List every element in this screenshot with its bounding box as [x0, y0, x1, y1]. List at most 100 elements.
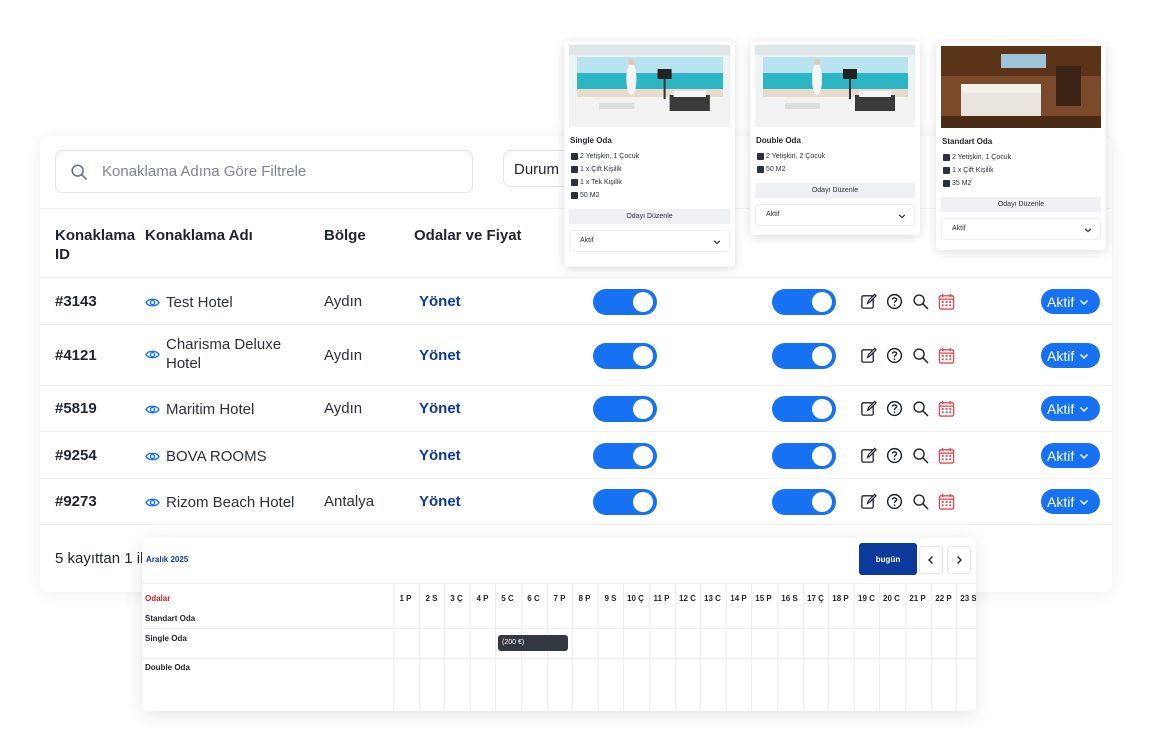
status-dropdown[interactable]: Aktif	[1041, 443, 1100, 468]
edit-room-button[interactable]: Odayı Düzenle	[941, 197, 1101, 212]
room-photo	[569, 45, 730, 127]
help-icon[interactable]	[886, 447, 903, 464]
edit-icon[interactable]	[860, 400, 877, 417]
eye-icon[interactable]	[145, 449, 160, 464]
hotel-name-text: BOVA ROOMS	[166, 448, 267, 465]
hotel-region: Antalya	[324, 493, 375, 510]
search-input[interactable]	[102, 151, 462, 192]
calendar-icon[interactable]	[938, 293, 955, 310]
help-icon[interactable]	[886, 400, 903, 417]
calendar-column-line	[675, 584, 676, 711]
edit-icon[interactable]	[860, 347, 877, 364]
toggle-switch[interactable]	[772, 396, 836, 422]
edit-icon[interactable]	[860, 493, 877, 510]
eye-icon[interactable]	[145, 402, 160, 417]
eye-icon[interactable]	[145, 347, 160, 362]
calendar-column-line	[828, 584, 829, 711]
room-status-select[interactable]: Aktif	[569, 230, 730, 252]
toggle-switch[interactable]	[772, 343, 836, 369]
status-dropdown[interactable]: Aktif	[1041, 343, 1100, 368]
feature-icon	[571, 153, 578, 160]
table-row: #9254 BOVA ROOMS Yönet Aktif	[40, 432, 1112, 479]
hotel-region: Aydın	[324, 293, 363, 310]
row-actions	[860, 293, 955, 310]
calendar-icon[interactable]	[938, 347, 955, 364]
room-feature-text: 1 x Çift Kişilik	[580, 166, 622, 173]
zoom-icon[interactable]	[912, 347, 929, 364]
hotel-name-text: Charisma Deluxe Hotel	[166, 336, 282, 372]
search-box[interactable]	[55, 150, 473, 193]
room-status-select[interactable]: Aktif	[941, 218, 1101, 240]
day-header: 11 P	[653, 594, 670, 603]
day-header: 18 P	[832, 594, 849, 603]
help-icon[interactable]	[886, 293, 903, 310]
room-title: Single Oda	[570, 136, 612, 145]
manage-link[interactable]: Yönet	[419, 293, 461, 310]
manage-link[interactable]: Yönet	[419, 493, 461, 510]
toggle-switch[interactable]	[593, 396, 657, 422]
calendar-divider	[142, 583, 976, 584]
next-month-button[interactable]	[947, 546, 971, 574]
edit-icon[interactable]	[860, 293, 877, 310]
status-label: Aktif	[1047, 493, 1075, 510]
toggle-switch[interactable]	[593, 443, 657, 469]
room-status-select[interactable]: Aktif	[755, 204, 915, 226]
calendar-column-line	[905, 584, 906, 711]
hotel-name: Charisma Deluxe Hotel	[145, 335, 296, 373]
zoom-icon[interactable]	[912, 293, 929, 310]
header-region: Bölge	[324, 227, 366, 244]
room-feature: 2 Yetişkin, 1 Çocuk	[571, 153, 730, 160]
manage-link[interactable]: Yönet	[419, 400, 461, 417]
status-dropdown[interactable]: Aktif	[1041, 489, 1100, 514]
room-card: Double Oda 2 Yetişkin, 2 Çocuk 50 M2 Odayı …	[750, 41, 920, 235]
manage-link[interactable]: Yönet	[419, 347, 461, 364]
room-status-text: Aktif	[766, 211, 780, 218]
row-actions	[860, 347, 955, 364]
edit-room-button[interactable]: Odayı Düzenle	[755, 183, 915, 198]
calendar-column-line	[726, 584, 727, 711]
edit-icon[interactable]	[860, 447, 877, 464]
today-button[interactable]: bugün	[859, 543, 917, 575]
day-header: 7 P	[553, 594, 566, 603]
edit-room-button[interactable]: Odayı Düzenle	[569, 209, 730, 224]
toggle-switch[interactable]	[593, 289, 657, 315]
toggle-switch[interactable]	[772, 289, 836, 315]
zoom-icon[interactable]	[912, 493, 929, 510]
prev-month-button[interactable]	[919, 546, 943, 574]
calendar-month: Aralık 2025	[146, 555, 189, 564]
chevron-down-icon	[713, 240, 721, 245]
calendar-icon[interactable]	[938, 400, 955, 417]
calendar-icon[interactable]	[938, 447, 955, 464]
room-feature-text: 50 M2	[766, 166, 786, 173]
help-icon[interactable]	[886, 347, 903, 364]
eye-icon[interactable]	[145, 295, 160, 310]
room-feature: 1 x Çift Kişilik	[943, 167, 1101, 174]
zoom-icon[interactable]	[912, 447, 929, 464]
toggle-switch[interactable]	[593, 489, 657, 515]
room-feature: 2 Yetişkin, 2 Çocuk	[757, 153, 915, 160]
day-header: 22 P	[935, 594, 952, 603]
room-feature: 50 M2	[757, 166, 915, 173]
hotel-name: Maritim Hotel	[145, 400, 254, 419]
toggle-switch[interactable]	[772, 443, 836, 469]
help-icon[interactable]	[886, 493, 903, 510]
room-feature-text: 1 x Tek Kişilik	[580, 179, 622, 186]
status-label: Aktif	[1047, 293, 1075, 310]
zoom-icon[interactable]	[912, 400, 929, 417]
room-feature: 1 x Tek Kişilik	[571, 179, 730, 186]
calendar-column-line	[854, 584, 855, 711]
status-dropdown[interactable]: Aktif	[1041, 396, 1100, 421]
calendar-icon[interactable]	[938, 493, 955, 510]
price-tag[interactable]: (200 €)	[498, 635, 568, 651]
toggle-switch[interactable]	[772, 489, 836, 515]
feature-icon	[757, 166, 764, 173]
calendar-column-line	[623, 584, 624, 711]
eye-icon[interactable]	[145, 495, 160, 510]
status-dropdown[interactable]: Aktif	[1041, 289, 1100, 314]
day-header: 15 P	[755, 594, 772, 603]
toggle-switch[interactable]	[593, 343, 657, 369]
calendar-column-line	[572, 584, 573, 711]
manage-link[interactable]: Yönet	[419, 447, 461, 464]
hotel-name: Test Hotel	[145, 293, 233, 312]
header-name: Konaklama Adı	[145, 227, 253, 244]
